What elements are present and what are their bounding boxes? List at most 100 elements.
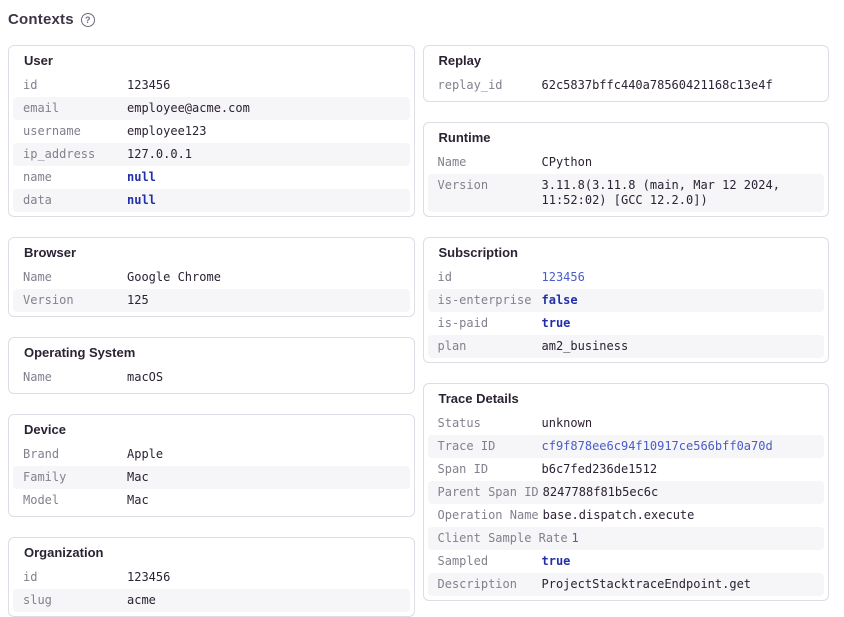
context-card-rows: id 123456 email employee@acme.com userna… [13, 74, 410, 212]
row-key: Parent Span ID [438, 485, 539, 500]
page-title: Contexts [8, 12, 74, 28]
context-card-replay: Replay replay_id 62c5837bffc440a78560421… [423, 45, 830, 102]
context-row-version: Version 125 [13, 289, 410, 312]
row-value: employee123 [127, 124, 400, 139]
row-value: 123456 [127, 570, 400, 585]
row-key: username [23, 124, 123, 139]
context-row-email: email employee@acme.com [13, 97, 410, 120]
row-key: Version [438, 178, 538, 208]
row-value: false [542, 293, 815, 308]
row-key: replay_id [438, 78, 538, 93]
context-row-brand: Brand Apple [13, 443, 410, 466]
context-card-title: Device [13, 420, 410, 443]
context-card-rows: Name CPython Version 3.11.8(3.11.8 (main… [428, 151, 825, 212]
context-card-title: User [13, 51, 410, 74]
row-value: CPython [542, 155, 815, 170]
context-card-trace-details: Trace Details Status unknown Trace ID cf… [423, 383, 830, 601]
context-row-operation-name: Operation Name base.dispatch.execute [428, 504, 825, 527]
row-value: base.dispatch.execute [543, 508, 814, 523]
context-row-slug: slug acme [13, 589, 410, 612]
context-row-name: Name CPython [428, 151, 825, 174]
context-card-user: User id 123456 email employee@acme.com u… [8, 45, 415, 217]
row-key: Operation Name [438, 508, 539, 523]
context-card-organization: Organization id 123456 slug acme [8, 537, 415, 617]
row-key: id [23, 570, 123, 585]
context-row-name: Name Google Chrome [13, 266, 410, 289]
context-card-rows: id 123456 slug acme [13, 566, 410, 612]
context-card-rows: Brand Apple Family Mac Model Mac [13, 443, 410, 512]
row-key: Span ID [438, 462, 538, 477]
context-card-rows: id 123456 is-enterprise false is-paid tr… [428, 266, 825, 358]
context-row-id: id 123456 [13, 74, 410, 97]
row-value: 3.11.8(3.11.8 (main, Mar 12 2024, 11:52:… [542, 178, 815, 208]
context-row-span-id: Span ID b6c7fed236de1512 [428, 458, 825, 481]
context-row-name: name null [13, 166, 410, 189]
context-card-rows: Status unknown Trace ID cf9f878ee6c94f10… [428, 412, 825, 596]
row-value: true [542, 554, 815, 569]
context-row-ip-address: ip_address 127.0.0.1 [13, 143, 410, 166]
row-key: Family [23, 470, 123, 485]
row-key: Status [438, 416, 538, 431]
contexts-left-column: User id 123456 email employee@acme.com u… [8, 45, 415, 617]
row-value: b6c7fed236de1512 [542, 462, 815, 477]
context-row-replay-id: replay_id 62c5837bffc440a78560421168c13e… [428, 74, 825, 97]
context-row-status: Status unknown [428, 412, 825, 435]
row-value: 123456 [127, 78, 400, 93]
row-key: id [23, 78, 123, 93]
row-key: is-enterprise [438, 293, 538, 308]
row-value: Mac [127, 493, 400, 508]
row-value: 1 [572, 531, 814, 546]
row-value: acme [127, 593, 400, 608]
row-value: employee@acme.com [127, 101, 400, 116]
row-key: plan [438, 339, 538, 354]
context-row-parent-span-id: Parent Span ID 8247788f81b5ec6c [428, 481, 825, 504]
row-key: Name [23, 270, 123, 285]
contexts-columns: User id 123456 email employee@acme.com u… [8, 45, 829, 617]
contexts-section: Contexts ? User id 123456 email employee… [0, 0, 844, 617]
row-value: 8247788f81b5ec6c [543, 485, 814, 500]
context-row-version: Version 3.11.8(3.11.8 (main, Mar 12 2024… [428, 174, 825, 212]
context-card-rows: Name macOS [13, 366, 410, 389]
context-card-title: Organization [13, 543, 410, 566]
context-card-title: Trace Details [428, 389, 825, 412]
context-card-title: Subscription [428, 243, 825, 266]
context-card-runtime: Runtime Name CPython Version 3.11.8(3.11… [423, 122, 830, 217]
context-row-name: Name macOS [13, 366, 410, 389]
row-key: slug [23, 593, 123, 608]
row-key: Brand [23, 447, 123, 462]
context-row-sampled: Sampled true [428, 550, 825, 573]
row-key: Description [438, 577, 538, 592]
context-row-id: id 123456 [428, 266, 825, 289]
context-card-title: Operating System [13, 343, 410, 366]
context-row-description: Description ProjectStacktraceEndpoint.ge… [428, 573, 825, 596]
row-key: Client Sample Rate [438, 531, 568, 546]
context-card-rows: Name Google Chrome Version 125 [13, 266, 410, 312]
row-value: 123456 [542, 270, 815, 285]
row-key: Sampled [438, 554, 538, 569]
row-key: Version [23, 293, 123, 308]
context-row-family: Family Mac [13, 466, 410, 489]
row-value: am2_business [542, 339, 815, 354]
help-icon[interactable]: ? [81, 13, 95, 27]
trace-id-link[interactable]: cf9f878ee6c94f10917ce566bff0a70d [542, 439, 815, 454]
context-row-username: username employee123 [13, 120, 410, 143]
row-value: Mac [127, 470, 400, 485]
context-card-browser: Browser Name Google Chrome Version 125 [8, 237, 415, 317]
context-card-device: Device Brand Apple Family Mac Model Mac [8, 414, 415, 517]
row-value: null [127, 170, 400, 185]
context-row-plan: plan am2_business [428, 335, 825, 358]
context-row-is-paid: is-paid true [428, 312, 825, 335]
row-value: ProjectStacktraceEndpoint.get [542, 577, 815, 592]
contexts-header: Contexts ? [8, 12, 829, 28]
row-key: ip_address [23, 147, 123, 162]
row-value: macOS [127, 370, 400, 385]
context-row-client-sample-rate: Client Sample Rate 1 [428, 527, 825, 550]
row-value: unknown [542, 416, 815, 431]
row-key: Name [438, 155, 538, 170]
row-value: 125 [127, 293, 400, 308]
row-value: null [127, 193, 400, 208]
row-key: id [438, 270, 538, 285]
context-card-title: Runtime [428, 128, 825, 151]
row-value: 127.0.0.1 [127, 147, 400, 162]
row-key: Trace ID [438, 439, 538, 454]
